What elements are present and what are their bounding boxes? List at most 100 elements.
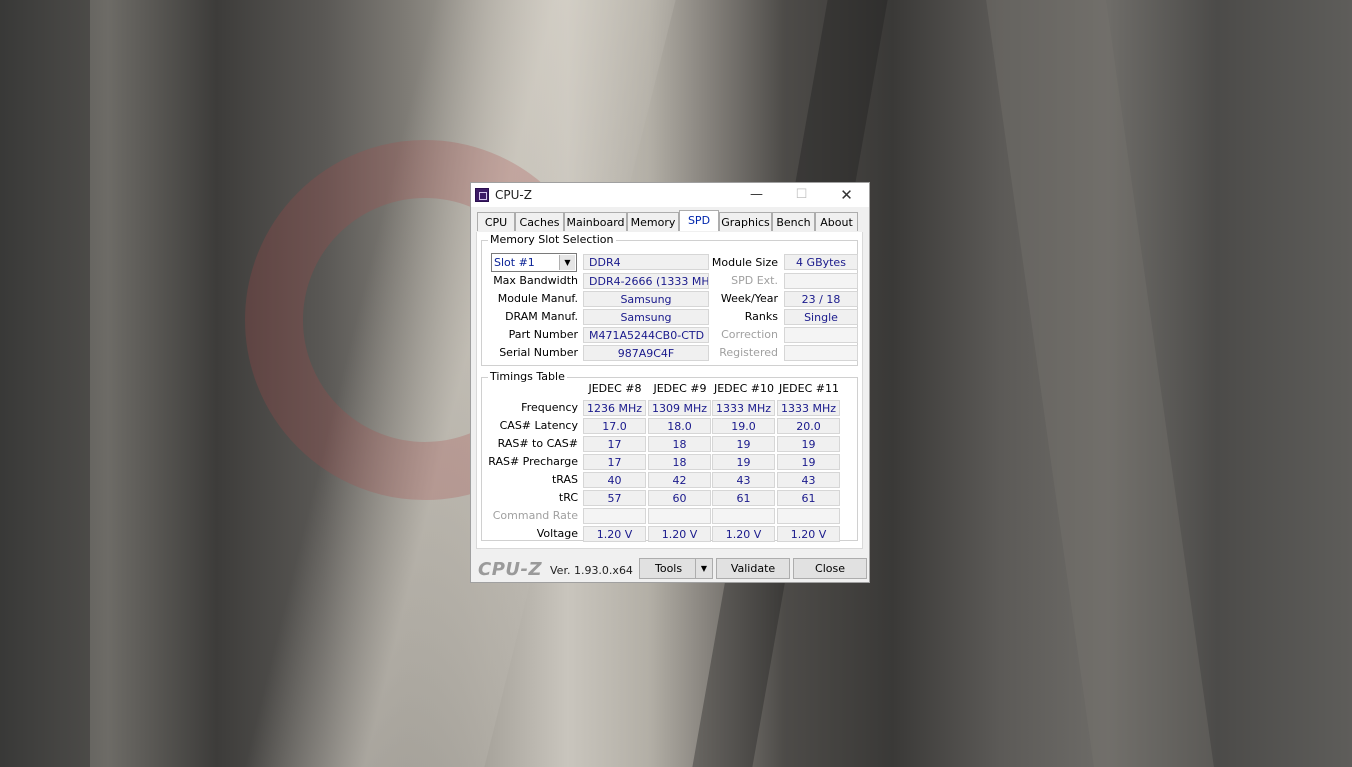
maximize-button[interactable]: ☐	[779, 183, 824, 207]
timings-cell: 43	[712, 472, 775, 488]
timings-cell: 19	[712, 436, 775, 452]
timings-cell: 1.20 V	[648, 526, 711, 542]
minimize-button[interactable]: —	[734, 183, 779, 207]
timings-row-label: Voltage	[536, 527, 578, 540]
cpuz-window: CPU-Z — ☐ ✕ CPU Caches Mainboard Memory …	[470, 182, 870, 583]
version-text: Ver. 1.93.0.x64	[550, 564, 633, 577]
cpuz-logo: CPU-Z	[478, 559, 543, 580]
timings-cell: 18	[648, 454, 711, 470]
timings-cell: 1333 MHz	[712, 400, 775, 416]
correction-field	[784, 327, 858, 343]
tab-about[interactable]: About	[815, 212, 858, 231]
timings-row-label: tRC	[558, 491, 578, 504]
timings-cell: 1.20 V	[712, 526, 775, 542]
max-bandwidth-field: DDR4-2666 (1333 MHz)	[583, 273, 709, 289]
ranks-label: Ranks	[744, 310, 778, 323]
timings-cell: 1309 MHz	[648, 400, 711, 416]
dram-manuf-label: DRAM Manuf.	[505, 310, 578, 323]
max-bandwidth-label: Max Bandwidth	[493, 274, 578, 287]
timings-cell: 1236 MHz	[583, 400, 646, 416]
timings-cell: 1.20 V	[777, 526, 840, 542]
close-window-button[interactable]: ✕	[824, 183, 869, 207]
timings-cell: 18.0	[648, 418, 711, 434]
timings-cell: 17	[583, 436, 646, 452]
chevron-down-icon[interactable]: ▼	[559, 255, 575, 270]
timings-cell	[712, 508, 775, 524]
part-number-field: M471A5244CB0-CTD	[583, 327, 709, 343]
cpuz-app-icon	[475, 188, 489, 202]
module-size-label: Module Size	[711, 256, 778, 269]
title-bar[interactable]: CPU-Z — ☐ ✕	[471, 183, 869, 207]
timings-row-label: RAS# Precharge	[488, 455, 578, 468]
spd-panel: Memory Slot Selection Slot #1 ▼ DDR4 Max…	[476, 232, 863, 549]
timings-column-header: JEDEC #10	[713, 382, 774, 395]
timings-cell	[777, 508, 840, 524]
dram-manuf-field: Samsung	[583, 309, 709, 325]
slot-select[interactable]: Slot #1 ▼	[491, 253, 577, 272]
memory-slot-selection-title: Memory Slot Selection	[488, 233, 616, 246]
tab-graphics[interactable]: Graphics	[719, 212, 772, 231]
spd-ext-label: SPD Ext.	[731, 274, 778, 287]
registered-label: Registered	[719, 346, 778, 359]
tools-button[interactable]: Tools ▼	[639, 558, 713, 579]
timings-column-header: JEDEC #9	[653, 382, 707, 395]
timings-cell: 19	[777, 454, 840, 470]
timings-row-label: CAS# Latency	[499, 419, 578, 432]
registered-field	[784, 345, 858, 361]
week-year-label: Week/Year	[720, 292, 778, 305]
slot-select-value: Slot #1	[494, 256, 535, 269]
close-button[interactable]: Close	[793, 558, 867, 579]
timings-cell: 42	[648, 472, 711, 488]
timings-cell: 19.0	[712, 418, 775, 434]
tab-bench[interactable]: Bench	[772, 212, 815, 231]
tab-cpu[interactable]: CPU	[477, 212, 515, 231]
timings-row-label: tRAS	[551, 473, 578, 486]
spd-ext-field	[784, 273, 858, 289]
timings-column-header: JEDEC #11	[778, 382, 839, 395]
timings-cell: 17	[583, 454, 646, 470]
timings-table-title: Timings Table	[488, 370, 567, 383]
module-size-field: 4 GBytes	[784, 254, 858, 270]
timings-cell: 43	[777, 472, 840, 488]
timings-cell	[648, 508, 711, 524]
part-number-label: Part Number	[508, 328, 578, 341]
module-manuf-label: Module Manuf.	[497, 292, 578, 305]
ranks-field: Single	[784, 309, 858, 325]
tab-spd[interactable]: SPD	[679, 210, 719, 231]
timings-row-label: Frequency	[521, 401, 578, 414]
tools-button-label: Tools	[655, 562, 683, 575]
timings-row-label: Command Rate	[492, 509, 578, 522]
timings-row-label: RAS# to CAS#	[497, 437, 578, 450]
memory-slot-selection-group: Memory Slot Selection Slot #1 ▼ DDR4 Max…	[481, 233, 858, 366]
validate-button[interactable]: Validate	[716, 558, 790, 579]
timings-cell: 40	[583, 472, 646, 488]
tab-mainboard[interactable]: Mainboard	[564, 212, 627, 231]
window-title: CPU-Z	[495, 188, 532, 202]
correction-label: Correction	[721, 328, 778, 341]
chevron-down-icon[interactable]: ▼	[695, 559, 712, 578]
bottom-bar: CPU-Z Ver. 1.93.0.x64 Tools ▼ Validate C…	[471, 555, 869, 582]
week-year-field: 23 / 18	[784, 291, 858, 307]
timings-cell: 20.0	[777, 418, 840, 434]
timings-cell: 61	[712, 490, 775, 506]
timings-cell: 17.0	[583, 418, 646, 434]
timings-cell: 18	[648, 436, 711, 452]
serial-number-field: 987A9C4F	[583, 345, 709, 361]
memory-type-field: DDR4	[583, 254, 709, 270]
timings-cell: 57	[583, 490, 646, 506]
timings-cell: 19	[777, 436, 840, 452]
module-manuf-field: Samsung	[583, 291, 709, 307]
tab-memory[interactable]: Memory	[627, 212, 679, 231]
timings-cell	[583, 508, 646, 524]
tab-caches[interactable]: Caches	[515, 212, 564, 231]
desktop-wallpaper-rock-right	[986, 0, 1214, 767]
timings-cell: 60	[648, 490, 711, 506]
timings-cell: 1333 MHz	[777, 400, 840, 416]
timings-table-group: Timings Table JEDEC #8 JEDEC #9 JEDEC #10 J…	[481, 370, 858, 542]
timings-cell: 1.20 V	[583, 526, 646, 542]
timings-cell: 61	[777, 490, 840, 506]
timings-cell: 19	[712, 454, 775, 470]
serial-number-label: Serial Number	[499, 346, 578, 359]
desktop-wallpaper-shade	[0, 0, 90, 767]
timings-column-header: JEDEC #8	[588, 382, 642, 395]
